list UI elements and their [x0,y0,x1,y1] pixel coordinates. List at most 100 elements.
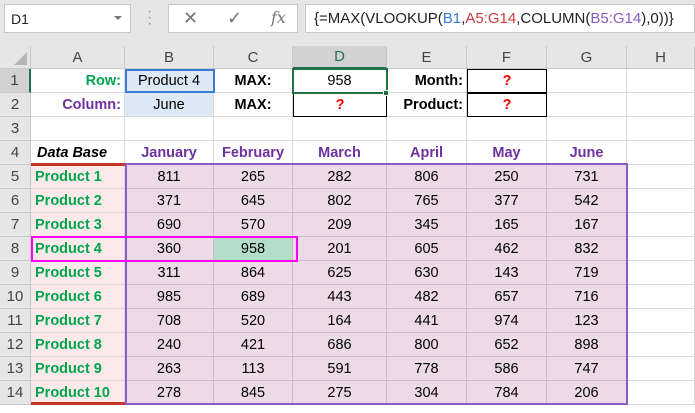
cell-d9[interactable]: 625 [293,261,387,285]
cell-b11[interactable]: 708 [125,309,214,333]
column-header-a[interactable]: A [31,46,125,69]
function-icon[interactable]: fx [271,8,286,27]
cell-g9[interactable]: 719 [547,261,627,285]
cancel-icon[interactable]: ✕ [183,8,198,29]
cell-f1[interactable]: ? [467,69,547,93]
cell-h8[interactable] [627,237,695,261]
cell-g14[interactable]: 206 [547,381,627,405]
cell-g4[interactable]: June [547,141,627,165]
name-box[interactable]: D1 [4,4,131,33]
select-all-corner[interactable] [0,46,31,69]
row-header-8[interactable]: 8 [0,237,31,261]
cell-f8[interactable]: 462 [467,237,547,261]
cell-d1[interactable]: 958 [293,69,387,93]
chevron-down-icon[interactable] [114,16,122,20]
cell-b4[interactable]: January [125,141,214,165]
column-header-c[interactable]: C [214,46,293,69]
cell-a2[interactable]: Column: [31,93,125,117]
cell-f9[interactable]: 143 [467,261,547,285]
cell-d11[interactable]: 164 [293,309,387,333]
cell-e12[interactable]: 800 [387,333,467,357]
cell-d10[interactable]: 443 [293,285,387,309]
cell-f7[interactable]: 165 [467,213,547,237]
cell-g6[interactable]: 542 [547,189,627,213]
drag-handle-icon[interactable]: · · · [147,4,152,32]
column-header-b[interactable]: B [125,46,214,69]
cell-g11[interactable]: 123 [547,309,627,333]
row-header-9[interactable]: 9 [0,261,31,285]
cell-d5[interactable]: 282 [293,165,387,189]
cell-c4[interactable]: February [214,141,293,165]
row-header-14[interactable]: 14 [0,381,31,405]
cell-d4[interactable]: March [293,141,387,165]
cell-a4[interactable]: Data Base [31,141,125,165]
row-header-2[interactable]: 2 [0,93,31,117]
cell-e5[interactable]: 806 [387,165,467,189]
cell-f6[interactable]: 377 [467,189,547,213]
cell-b6[interactable]: 371 [125,189,214,213]
cell-d8[interactable]: 201 [293,237,387,261]
cell-e14[interactable]: 304 [387,381,467,405]
cell-a5[interactable]: Product 1 [31,165,125,189]
cell-a11[interactable]: Product 7 [31,309,125,333]
cell-h2[interactable] [627,93,695,117]
cell-c3[interactable] [214,117,293,141]
row-header-10[interactable]: 10 [0,285,31,309]
column-header-f[interactable]: F [467,46,547,69]
cell-c2[interactable]: MAX: [214,93,293,117]
row-header-13[interactable]: 13 [0,357,31,381]
cell-h7[interactable] [627,213,695,237]
row-header-5[interactable]: 5 [0,165,31,189]
cell-d3[interactable] [293,117,387,141]
cell-c6[interactable]: 645 [214,189,293,213]
cell-d2[interactable]: ? [293,93,387,117]
cell-h10[interactable] [627,285,695,309]
cell-g8[interactable]: 832 [547,237,627,261]
row-header-1[interactable]: 1 [0,69,31,93]
cell-b7[interactable]: 690 [125,213,214,237]
row-header-7[interactable]: 7 [0,213,31,237]
column-header-h[interactable]: H [627,46,695,69]
cell-f12[interactable]: 652 [467,333,547,357]
cell-h11[interactable] [627,309,695,333]
cell-b13[interactable]: 263 [125,357,214,381]
cell-f4[interactable]: May [467,141,547,165]
cell-c14[interactable]: 845 [214,381,293,405]
cell-a6[interactable]: Product 2 [31,189,125,213]
cell-e2[interactable]: Product: [387,93,467,117]
cell-e3[interactable] [387,117,467,141]
row-header-4[interactable]: 4 [0,141,31,165]
cell-e1[interactable]: Month: [387,69,467,93]
cell-b8[interactable]: 360 [125,237,214,261]
cell-a12[interactable]: Product 8 [31,333,125,357]
cell-b5[interactable]: 811 [125,165,214,189]
cell-f11[interactable]: 974 [467,309,547,333]
cell-c5[interactable]: 265 [214,165,293,189]
cell-h3[interactable] [627,117,695,141]
cell-d12[interactable]: 686 [293,333,387,357]
row-header-11[interactable]: 11 [0,309,31,333]
cell-e9[interactable]: 630 [387,261,467,285]
row-header-12[interactable]: 12 [0,333,31,357]
select-all-icon[interactable] [14,52,27,65]
cell-e7[interactable]: 345 [387,213,467,237]
cell-b10[interactable]: 985 [125,285,214,309]
cell-a1[interactable]: Row: [31,69,125,93]
cell-c13[interactable]: 113 [214,357,293,381]
cell-a7[interactable]: Product 3 [31,213,125,237]
cell-b1[interactable]: Product 4 [125,69,214,93]
cell-h13[interactable] [627,357,695,381]
column-header-e[interactable]: E [387,46,467,69]
cell-d7[interactable]: 209 [293,213,387,237]
formula-input[interactable]: {=MAX(VLOOKUP(B1,A5:G14,COLUMN(B5:G14),0… [305,4,695,33]
cell-a10[interactable]: Product 6 [31,285,125,309]
cell-h4[interactable] [627,141,695,165]
cell-a14[interactable]: Product 10 [31,381,125,405]
cell-a9[interactable]: Product 5 [31,261,125,285]
cell-c7[interactable]: 570 [214,213,293,237]
cell-h12[interactable] [627,333,695,357]
cell-f14[interactable]: 784 [467,381,547,405]
cell-d6[interactable]: 802 [293,189,387,213]
cell-b14[interactable]: 278 [125,381,214,405]
cell-d13[interactable]: 591 [293,357,387,381]
